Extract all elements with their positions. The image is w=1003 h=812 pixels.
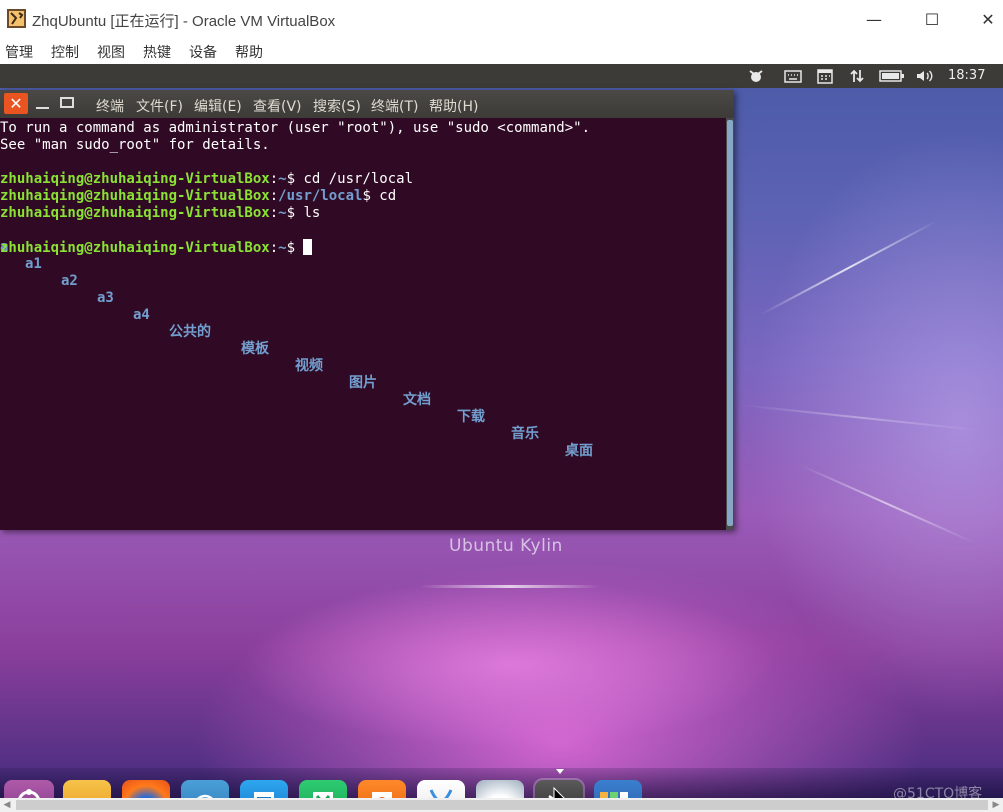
ls-entry: 视频 xyxy=(295,358,323,374)
terminal-menu-terminal-t[interactable]: 终端(T) xyxy=(371,96,418,116)
wallpaper-streak xyxy=(799,464,974,544)
ls-entry: a1 xyxy=(25,256,42,272)
prompt-sep: : xyxy=(269,240,279,256)
volume-icon[interactable] xyxy=(914,67,936,85)
ls-entry: 下载 xyxy=(457,409,485,425)
menu-help[interactable]: 帮助 xyxy=(235,42,263,62)
terminal-menu-terminal[interactable]: 终端 xyxy=(96,96,124,116)
prompt-command: $ ls xyxy=(286,205,321,221)
terminal-prompt-line: zhuhaiqing@zhuhaiqing-VirtualBox:~$ cd /… xyxy=(0,171,413,188)
ls-output-line: a a1 a2 a3 a4 公共的 模板 视频 图片 文档 下载 音乐 桌面 xyxy=(0,222,726,459)
terminal-scrollbar-thumb[interactable] xyxy=(727,120,733,526)
active-indicator-icon xyxy=(556,769,564,774)
calendar-icon[interactable] xyxy=(814,67,836,85)
terminal-prompt-line: zhuhaiqing@zhuhaiqing-VirtualBox:/usr/lo… xyxy=(0,188,396,205)
distro-label: Ubuntu Kylin xyxy=(449,536,563,556)
terminal-menu-edit[interactable]: 编辑(E) xyxy=(194,96,242,116)
minimize-icon: — xyxy=(866,9,882,29)
prompt-user: zhuhaiqing@zhuhaiqing-VirtualBox xyxy=(0,171,270,187)
terminal-prompt-line: zhuhaiqing@zhuhaiqing-VirtualBox:~$ xyxy=(0,239,313,257)
terminal-close-button[interactable]: ✕ xyxy=(4,93,28,114)
menu-manage[interactable]: 管理 xyxy=(5,42,33,62)
prompt-sep: : xyxy=(269,171,279,187)
ls-entry: 文档 xyxy=(403,392,431,408)
terminal-menu-file[interactable]: 文件(F) xyxy=(136,96,183,116)
ls-entry: 模板 xyxy=(241,341,269,357)
terminal-line: To run a command as administrator (user … xyxy=(0,120,591,136)
panel-clock[interactable]: 18:37 xyxy=(948,68,985,83)
window-title: ZhqUbuntu [正在运行] - Oracle VM VirtualBox xyxy=(32,13,336,30)
prompt-command: $ xyxy=(286,240,304,256)
prompt-path: ~ xyxy=(278,171,287,187)
prompt-user: zhuhaiqing@zhuhaiqing-VirtualBox xyxy=(0,205,270,221)
close-icon: ✕ xyxy=(981,9,995,29)
keyboard-icon[interactable] xyxy=(782,67,804,85)
wallpaper-streak xyxy=(759,220,938,316)
scroll-left-icon[interactable]: ◀ xyxy=(0,798,14,812)
terminal-cursor xyxy=(303,239,313,255)
ls-entry: 公共的 xyxy=(169,324,211,340)
network-icon[interactable] xyxy=(846,67,868,85)
prompt-path: /usr/local xyxy=(278,188,363,204)
kylin-indicator-icon[interactable] xyxy=(745,67,767,85)
minimize-button[interactable]: — xyxy=(851,0,897,38)
wallpaper-streak xyxy=(739,404,979,432)
wallpaper-streak xyxy=(420,585,600,588)
virtualbox-app-icon xyxy=(7,9,26,28)
ls-entry: 图片 xyxy=(349,375,377,391)
terminal-maximize-button[interactable] xyxy=(60,97,74,108)
menu-control[interactable]: 控制 xyxy=(51,42,79,62)
close-button[interactable]: ✕ xyxy=(965,0,1003,38)
prompt-user: zhuhaiqing@zhuhaiqing-VirtualBox xyxy=(0,240,270,256)
menu-devices[interactable]: 设备 xyxy=(189,42,217,62)
prompt-command: $ cd xyxy=(362,188,397,204)
ls-entry: a2 xyxy=(61,273,78,289)
prompt-path: ~ xyxy=(278,205,287,221)
terminal-menu-search[interactable]: 搜索(S) xyxy=(313,96,361,116)
terminal-minimize-button[interactable] xyxy=(34,93,52,114)
maximize-icon: ☐ xyxy=(924,9,940,29)
menu-view[interactable]: 视图 xyxy=(97,42,125,62)
maximize-button[interactable]: ☐ xyxy=(909,0,955,38)
ls-entry: a3 xyxy=(97,290,114,306)
battery-icon[interactable] xyxy=(878,67,906,85)
scrollbar-thumb[interactable] xyxy=(16,800,988,810)
ls-entry: 桌面 xyxy=(565,443,593,459)
terminal-line: See "man sudo_root" for details. xyxy=(0,137,270,153)
terminal-output[interactable]: To run a command as administrator (user … xyxy=(0,118,726,530)
prompt-sep: : xyxy=(269,188,279,204)
prompt-user: zhuhaiqing@zhuhaiqing-VirtualBox xyxy=(0,188,270,204)
terminal-titlebar[interactable]: ✕ 终端 文件(F) 编辑(E) 查看(V) 搜索(S) 终端(T) 帮助(H) xyxy=(0,90,734,118)
vm-screen[interactable]: 18:37 ✕ 终端 文件(F) 编辑(E) 查看(V) 搜索(S) 终端(T)… xyxy=(0,64,1003,812)
terminal-menu-view[interactable]: 查看(V) xyxy=(253,96,302,116)
menu-hotkeys[interactable]: 热键 xyxy=(143,42,171,62)
prompt-path: ~ xyxy=(278,240,287,256)
ls-entry: 音乐 xyxy=(511,426,539,442)
host-titlebar: ZhqUbuntu [正在运行] - Oracle VM VirtualBox … xyxy=(0,0,1003,38)
terminal-prompt-line: zhuhaiqing@zhuhaiqing-VirtualBox:~$ ls xyxy=(0,205,320,222)
terminal-window[interactable]: ✕ 终端 文件(F) 编辑(E) 查看(V) 搜索(S) 终端(T) 帮助(H)… xyxy=(0,90,734,530)
terminal-scrollbar[interactable] xyxy=(726,118,734,530)
ubuntu-top-panel: 18:37 xyxy=(0,64,1003,88)
ls-entry: a4 xyxy=(133,307,150,323)
terminal-menu-help[interactable]: 帮助(H) xyxy=(429,96,478,116)
prompt-command: $ cd /usr/local xyxy=(286,171,414,187)
scroll-right-icon[interactable]: ▶ xyxy=(989,798,1003,812)
close-icon: ✕ xyxy=(9,94,23,113)
prompt-sep: : xyxy=(269,205,279,221)
host-menubar: 管理 控制 视图 热键 设备 帮助 xyxy=(0,38,1003,64)
host-horizontal-scrollbar[interactable]: ◀ ▶ xyxy=(0,798,1003,812)
